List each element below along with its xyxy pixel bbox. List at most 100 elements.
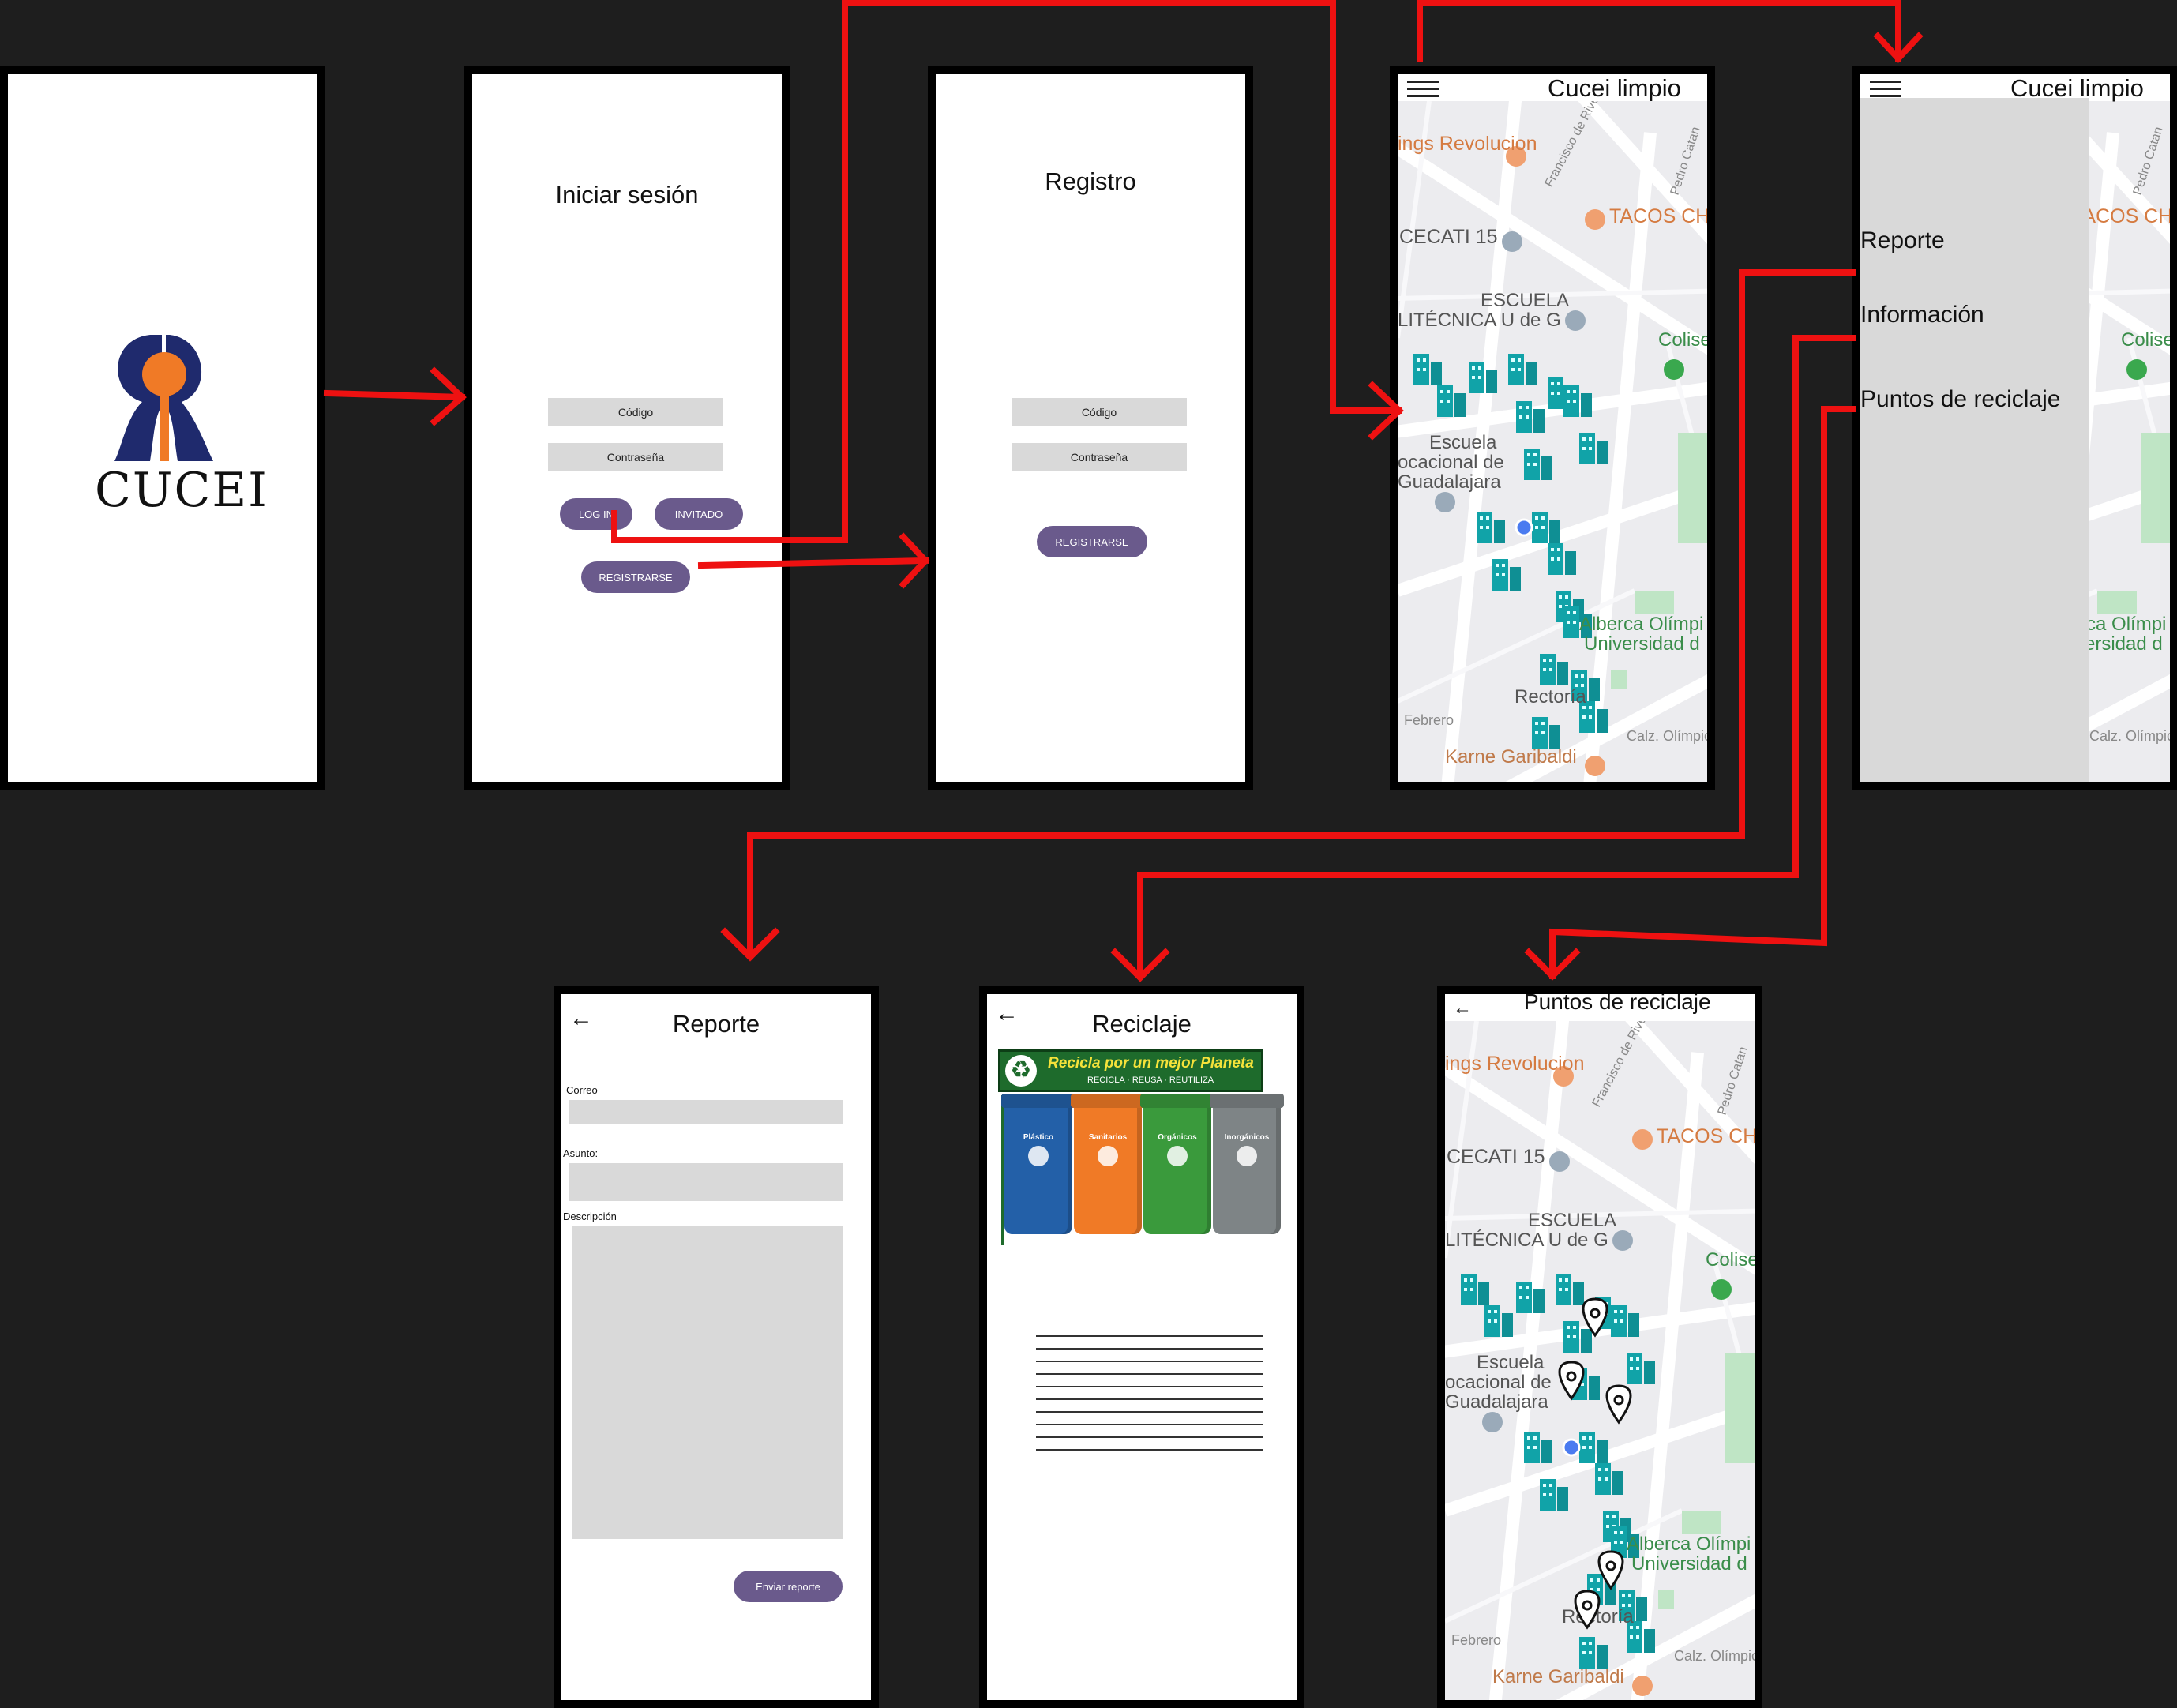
map-label: ings Revolucion bbox=[1445, 1053, 1585, 1075]
send-report-button[interactable]: Enviar reporte bbox=[734, 1571, 843, 1602]
recycling-bin: Inorgánicos bbox=[1210, 1094, 1284, 1234]
map-label: ESCUELA bbox=[1481, 290, 1569, 311]
register-password-field[interactable]: Contraseña bbox=[1012, 443, 1187, 471]
description-label: Descripción bbox=[563, 1211, 617, 1222]
subject-label: Asunto: bbox=[563, 1147, 599, 1159]
map-label: TACOS CH bbox=[1609, 205, 1707, 227]
register-title: Registro bbox=[1045, 167, 1136, 195]
map-label: Alberca Olímpi bbox=[1627, 1533, 1751, 1555]
text-line bbox=[1036, 1373, 1263, 1375]
map-label: Guadalajara bbox=[1445, 1391, 1548, 1413]
building-icon bbox=[1627, 1353, 1655, 1384]
map-label: LITÉCNICA U de G bbox=[1398, 310, 1561, 331]
bin-label: Plástico bbox=[1023, 1133, 1054, 1142]
arrowhead-login-to-register bbox=[899, 532, 930, 589]
register-submit-button[interactable]: REGISTRARSE bbox=[1037, 526, 1147, 557]
building-icon bbox=[1524, 1432, 1552, 1463]
arrow-map-to-menu bbox=[1417, 0, 1901, 62]
email-input[interactable] bbox=[569, 1100, 843, 1124]
building-icon bbox=[1556, 1274, 1584, 1305]
map-label: TACOS CH bbox=[1657, 1125, 1755, 1147]
map-label: Alberca Olímpi bbox=[1579, 614, 1703, 635]
splash-screen: CUCEI bbox=[0, 66, 325, 790]
recycle-icon: ♻ bbox=[1005, 1055, 1037, 1087]
park-poi-icon bbox=[1711, 1279, 1732, 1300]
menu-item-information[interactable]: Información bbox=[1860, 302, 1984, 328]
recycling-bins-image: ♻ Recicla por un mejor Planeta RECICLA ·… bbox=[997, 1049, 1297, 1286]
map-label: Universidad d bbox=[1631, 1553, 1747, 1575]
food-poi-icon bbox=[1585, 756, 1605, 776]
points-title: Puntos de reciclaje bbox=[1524, 989, 1711, 1014]
map-label: Calz. Olímpica bbox=[1627, 728, 1707, 744]
map-label: Colise bbox=[1706, 1249, 1755, 1271]
bin-symbol-icon bbox=[1237, 1146, 1257, 1166]
recycling-points-map[interactable]: ings Revolucion TACOS CH CECATI 15 ESCUELA L… bbox=[1445, 1021, 1755, 1700]
building-icon bbox=[1563, 385, 1592, 417]
food-poi-icon bbox=[1585, 209, 1605, 230]
map-label: Universidad d bbox=[1584, 633, 1700, 655]
menu-item-recycling-points[interactable]: Puntos de reciclaje bbox=[1860, 386, 2060, 413]
map-label: ESCUELA bbox=[1528, 1210, 1616, 1231]
school-poi-icon bbox=[1435, 492, 1455, 512]
map-label: Karne Garibaldi bbox=[1492, 1666, 1624, 1687]
arrowhead-menu-to-recycling bbox=[1110, 948, 1170, 982]
bin-label: Orgánicos bbox=[1158, 1133, 1197, 1142]
arrow-splash-to-login bbox=[323, 389, 466, 401]
building-icon bbox=[1540, 654, 1568, 685]
school-poi-icon bbox=[1565, 310, 1586, 331]
school-poi-icon bbox=[1612, 1230, 1633, 1251]
banner-subtext: RECICLA · REUSA · REUTILIZA bbox=[1087, 1075, 1214, 1085]
email-label: Correo bbox=[566, 1084, 598, 1096]
building-icon bbox=[1595, 1463, 1623, 1495]
building-icon bbox=[1413, 354, 1442, 385]
menu-icon[interactable] bbox=[1407, 81, 1439, 98]
register-code-field[interactable]: Código bbox=[1012, 398, 1187, 426]
map-label: Escuela bbox=[1429, 432, 1497, 453]
side-drawer: Reporte Información Puntos de reciclaje bbox=[1860, 98, 2089, 782]
map-label: Pedro Catan bbox=[2131, 126, 2166, 197]
map-label: Guadalajara bbox=[1398, 471, 1501, 493]
register-button[interactable]: REGISTRARSE bbox=[581, 561, 690, 593]
building-icon bbox=[1579, 1637, 1608, 1669]
login-title: Iniciar sesión bbox=[555, 181, 699, 208]
report-title: Reporte bbox=[672, 1010, 760, 1038]
text-line bbox=[1036, 1424, 1263, 1425]
building-icon bbox=[1548, 543, 1576, 575]
building-icon bbox=[1492, 559, 1521, 591]
subject-input[interactable] bbox=[569, 1163, 843, 1201]
menu-item-report[interactable]: Reporte bbox=[1860, 227, 1945, 254]
password-field[interactable]: Contraseña bbox=[548, 443, 723, 471]
map-label: ings Revolucion bbox=[1398, 133, 1537, 155]
building-icon bbox=[1532, 512, 1560, 543]
bin-lid bbox=[1210, 1094, 1284, 1108]
text-line bbox=[1036, 1348, 1263, 1350]
building-icon bbox=[1579, 1432, 1608, 1463]
banner-text: Recicla por un mejor Planeta bbox=[1048, 1055, 1254, 1072]
bin-label: Sanitarios bbox=[1088, 1133, 1128, 1142]
park-poi-icon bbox=[1664, 359, 1684, 380]
building-icon bbox=[1508, 354, 1537, 385]
bins-row: Plástico Sanitarios Orgánicos Inorgánicos bbox=[1001, 1094, 1297, 1258]
recycling-pin-icon bbox=[1605, 1384, 1632, 1425]
back-arrow-icon[interactable]: ← bbox=[1453, 999, 1472, 1018]
school-poi-icon bbox=[1502, 231, 1522, 252]
map-title: Cucei limpio bbox=[1548, 74, 1681, 102]
building-icon bbox=[1540, 1479, 1568, 1511]
menu-icon[interactable] bbox=[1870, 81, 1901, 98]
login-button[interactable]: LOG IN bbox=[560, 498, 632, 530]
code-field[interactable]: Código bbox=[548, 398, 723, 426]
guest-button[interactable]: INVITADO bbox=[655, 498, 743, 530]
campus-map[interactable]: ings Revolucion TACOS CH CECATI 15 ESCUELA L… bbox=[1398, 101, 1707, 782]
park-poi-icon bbox=[2126, 359, 2147, 380]
arrowhead-splash-to-login bbox=[430, 366, 467, 426]
map-label: Karne Garibaldi bbox=[1445, 746, 1577, 768]
bin-lid bbox=[1140, 1094, 1214, 1108]
login-screen: Iniciar sesión Código Contraseña LOG IN … bbox=[464, 66, 790, 790]
bin-symbol-icon bbox=[1028, 1146, 1049, 1166]
food-poi-icon bbox=[1632, 1129, 1653, 1150]
text-line bbox=[1036, 1335, 1263, 1337]
description-textarea[interactable] bbox=[572, 1226, 843, 1539]
building-icon bbox=[1532, 717, 1560, 749]
map-screen: Cucei limpio ings Revolucion TACOS CH CECA… bbox=[1390, 66, 1715, 790]
map-label: Febrero bbox=[1404, 712, 1454, 728]
